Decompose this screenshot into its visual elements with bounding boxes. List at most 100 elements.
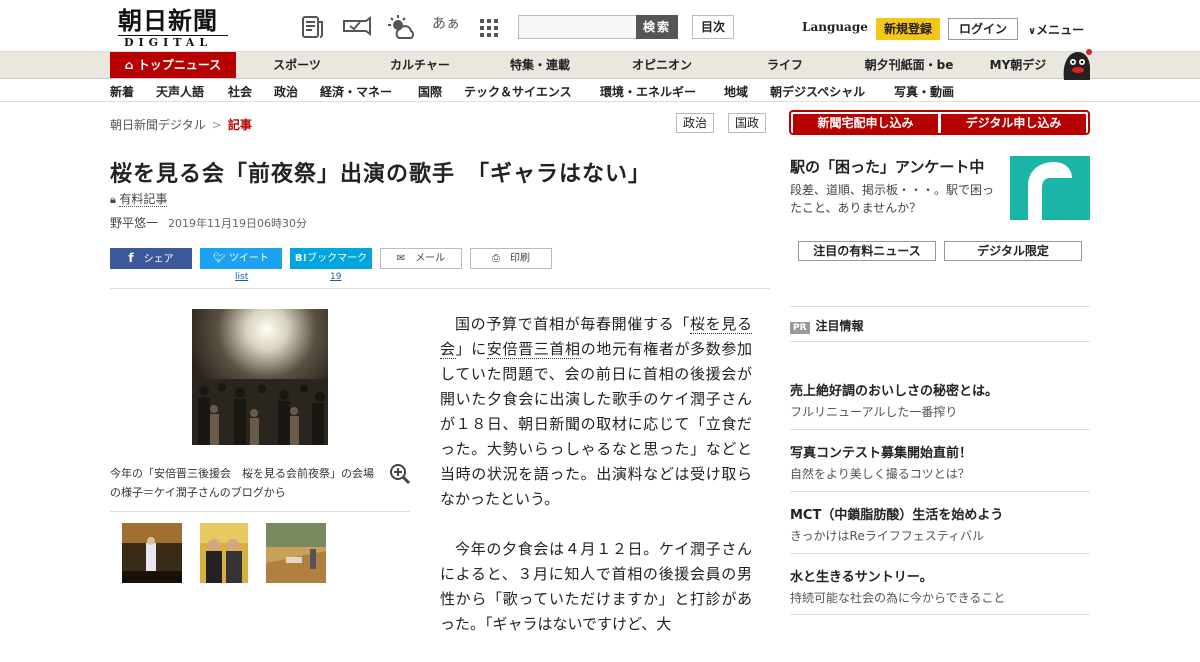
nav-top-news-label: トップニュース bbox=[137, 58, 222, 72]
divider bbox=[110, 511, 410, 512]
pr-item-headline[interactable]: 水と生きるサントリー。 bbox=[790, 566, 933, 585]
article-photo-image bbox=[192, 309, 328, 445]
login-button[interactable]: ログイン bbox=[948, 18, 1018, 40]
tab-paid-news[interactable]: 注目の有料ニュース bbox=[798, 241, 936, 261]
site-logo[interactable]: 朝日新聞 DIGITAL bbox=[118, 6, 228, 49]
weather-icon[interactable] bbox=[386, 14, 416, 40]
divider bbox=[110, 288, 770, 289]
tag-national[interactable]: 国政 bbox=[728, 113, 767, 133]
logo-subtitle: DIGITAL bbox=[118, 35, 228, 49]
nav-my-asahi[interactable]: MY朝デジ bbox=[980, 52, 1056, 78]
nav-culture[interactable]: カルチャー bbox=[370, 52, 470, 78]
paragraph-text: 」に bbox=[455, 340, 487, 358]
language-link[interactable]: Language bbox=[802, 20, 868, 34]
divider bbox=[790, 306, 1090, 307]
font-size-icon[interactable]: あぁ bbox=[432, 13, 462, 39]
subnav-world[interactable]: 国際 bbox=[418, 83, 442, 100]
subnav-environment[interactable]: 環境・エネルギー bbox=[600, 83, 696, 100]
zoom-icon[interactable] bbox=[389, 463, 411, 485]
home-icon: ⌂ bbox=[124, 58, 138, 72]
share-twitter-button[interactable]: 🐦︎ ツイート bbox=[200, 248, 282, 269]
photo-thumbnail-1[interactable] bbox=[122, 523, 182, 583]
subnav-photo[interactable]: 写真・動画 bbox=[894, 83, 954, 100]
breadcrumb-separator: > bbox=[211, 118, 222, 132]
twitter-icon: 🐦︎ bbox=[213, 253, 226, 264]
facebook-icon: f bbox=[128, 251, 134, 265]
newspaper-icon[interactable] bbox=[300, 14, 326, 40]
subnav-special[interactable]: 朝デジスペシャル bbox=[770, 83, 865, 100]
enquete-text: 段差、道順、掲示板・・・。駅で困ったこと、ありませんか？ bbox=[790, 183, 995, 215]
search-input[interactable] bbox=[518, 15, 638, 39]
subnav-region[interactable]: 地域 bbox=[724, 83, 748, 100]
share-twitter-label: ツイート bbox=[228, 253, 269, 264]
subnav-society[interactable]: 社会 bbox=[228, 83, 252, 100]
menu-button[interactable]: ∨メニュー bbox=[1028, 21, 1084, 38]
nav-life[interactable]: ライフ bbox=[735, 52, 835, 78]
article-title: 桜を見る会「前夜祭」出演の歌手 「ギャラはない」 bbox=[110, 162, 652, 187]
subnav-tech[interactable]: テック＆サイエンス bbox=[464, 83, 572, 100]
subnav-economy[interactable]: 経済・マネー bbox=[320, 83, 392, 100]
mascot-icon bbox=[1063, 49, 1092, 80]
author: 野平悠一 bbox=[110, 216, 159, 230]
hatena-count[interactable]: 19 bbox=[330, 272, 341, 282]
nav-top-news[interactable]: ⌂ トップニュース bbox=[110, 52, 236, 78]
pr-item-headline[interactable]: 売上絶好調のおいしさの秘密とは。 bbox=[790, 380, 998, 399]
tab-digital-only[interactable]: デジタル限定 bbox=[944, 241, 1082, 261]
subnav-latest[interactable]: 新着 bbox=[110, 83, 134, 100]
nav-features[interactable]: 特集・連載 bbox=[490, 52, 590, 78]
pr-item-headline[interactable]: 写真コンテスト募集開始直前！ bbox=[790, 442, 972, 461]
enquete-illustration[interactable] bbox=[1010, 156, 1090, 220]
pr-item-headline[interactable]: MCT（中鎖脂肪酸）生活を始めよう bbox=[790, 504, 1003, 523]
nav-paper[interactable]: 朝夕刊紙面・be bbox=[850, 52, 968, 78]
tag-politics[interactable]: 政治 bbox=[676, 113, 715, 133]
enquete-title[interactable]: 駅の「困った」アンケート中 bbox=[790, 156, 984, 177]
divider bbox=[790, 491, 1090, 492]
digital-subscribe-button[interactable]: デジタル申し込み bbox=[941, 114, 1086, 133]
print-icon: ⎙ bbox=[492, 253, 500, 264]
share-hatena-button[interactable]: B!ブックマーク bbox=[290, 248, 372, 269]
home-delivery-button[interactable]: 新聞宅配申し込み bbox=[793, 114, 938, 133]
share-mail-button[interactable]: ✉︎ メール bbox=[380, 248, 462, 269]
pr-item-subtext: フルリニューアルした一番搾り bbox=[790, 405, 958, 419]
mail-icon: ✉︎ bbox=[396, 253, 406, 264]
share-facebook-label: シェア bbox=[143, 254, 174, 265]
article-body: 国の予算で首相が毎春開催する「桜を見る会」に安倍晋三首相の地元有権者が多数参加し… bbox=[440, 312, 752, 662]
share-facebook-button[interactable]: f シェア bbox=[110, 248, 192, 269]
divider bbox=[790, 341, 1090, 342]
byline: 野平悠一 2019年11月19日06時30分 bbox=[110, 214, 307, 231]
article-photo[interactable] bbox=[192, 309, 328, 445]
toc-button[interactable]: 目次 bbox=[692, 15, 734, 39]
register-button[interactable]: 新規登録 bbox=[876, 18, 940, 40]
print-label: 印刷 bbox=[510, 253, 530, 264]
divider bbox=[790, 614, 1090, 615]
subnav-tenseijingo[interactable]: 天声人語 bbox=[156, 83, 204, 100]
article-paragraph: 今年の夕食会は４月１２日。ケイ潤子さんによると、３月に知人で首相の後援会員の男性… bbox=[440, 540, 752, 633]
photo-thumbnail-2[interactable] bbox=[200, 523, 248, 583]
site-header: 朝日新聞 DIGITAL あぁ 検索 目次 Language 新規登録 ログイン… bbox=[0, 0, 1200, 52]
grid-menu-icon[interactable] bbox=[478, 14, 500, 40]
subscribe-buttons: 新聞宅配申し込み デジタル申し込み bbox=[789, 110, 1090, 135]
article-paragraph: 国の予算で首相が毎春開催する「桜を見る会」に安倍晋三首相の地元有権者が多数参加し… bbox=[440, 312, 752, 512]
breadcrumb-home[interactable]: 朝日新聞デジタル bbox=[110, 118, 206, 132]
global-nav: ⌂ トップニュース スポーツ カルチャー 特集・連載 オピニオン ライフ 朝夕刊… bbox=[0, 52, 1200, 79]
photo-thumbnail-3[interactable] bbox=[266, 523, 326, 583]
search-button[interactable]: 検索 bbox=[636, 15, 678, 39]
pr-title: 注目情報 bbox=[815, 319, 864, 333]
hatena-icon: B! bbox=[294, 253, 308, 264]
print-button[interactable]: ⎙ 印刷 bbox=[470, 248, 552, 269]
keyword-link[interactable]: 安倍晋三首相 bbox=[486, 340, 581, 359]
photo-caption: 今年の「安倍晋三後援会 桜を見る会前夜祭」の会場の様子＝ケイ潤子さんのブログから bbox=[110, 467, 374, 499]
twitter-count[interactable]: list bbox=[235, 272, 248, 282]
ticket-icon[interactable] bbox=[342, 14, 372, 40]
nav-opinion[interactable]: オピニオン bbox=[612, 52, 712, 78]
breadcrumb-current: 記事 bbox=[227, 118, 252, 132]
pr-item-subtext: 自然をより美しく撮るコツとは？ bbox=[790, 467, 970, 481]
paragraph-text: 国の予算で首相が毎春開催する「 bbox=[455, 315, 690, 333]
divider bbox=[790, 553, 1090, 554]
subnav-politics[interactable]: 政治 bbox=[274, 83, 298, 100]
breadcrumb: 朝日新聞デジタル > 記事 bbox=[110, 116, 252, 133]
paid-text: 有料記事 bbox=[119, 192, 168, 207]
menu-label: メニュー bbox=[1036, 23, 1085, 37]
logo-title: 朝日新聞 bbox=[118, 6, 218, 35]
nav-sports[interactable]: スポーツ bbox=[252, 52, 342, 78]
